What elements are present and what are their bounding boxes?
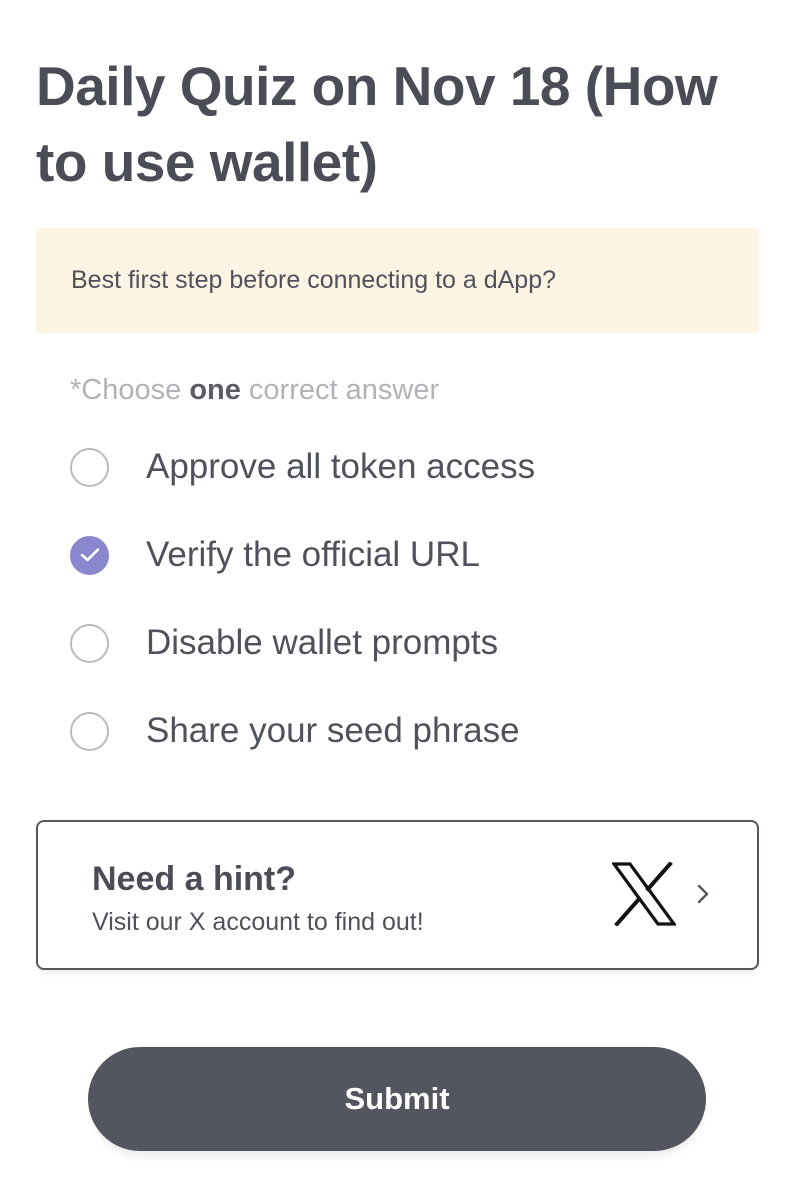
answer-option-3[interactable]: Disable wallet prompts (70, 599, 750, 687)
answer-instruction: *Choose one correct answer (70, 374, 439, 407)
radio-button[interactable] (70, 447, 109, 487)
answer-option-1[interactable]: Approve all token access (70, 423, 750, 511)
radio-button[interactable] (70, 623, 109, 663)
submit-button[interactable]: Submit (88, 1047, 706, 1151)
instruction-prefix: *Choose (70, 374, 190, 406)
radio-button-checked[interactable] (70, 535, 109, 575)
answer-option-label: Disable wallet prompts (146, 623, 499, 662)
answer-options: Approve all token access Verify the offi… (70, 423, 750, 775)
submit-button-label: Submit (344, 1081, 450, 1116)
hint-subtitle: Visit our X account to find out! (92, 908, 424, 936)
answer-option-label: Approve all token access (146, 447, 536, 486)
radio-button[interactable] (70, 711, 109, 751)
answer-option-label: Share your seed phrase (146, 711, 520, 750)
question-text: Best first step before connecting to a d… (71, 266, 557, 294)
answer-option-label: Verify the official URL (146, 535, 480, 574)
hint-card[interactable]: Need a hint? Visit our X account to find… (36, 820, 759, 970)
instruction-suffix: correct answer (240, 374, 440, 406)
question-box: Best first step before connecting to a d… (36, 228, 759, 333)
hint-title: Need a hint? (92, 860, 297, 898)
chevron-right-icon (697, 884, 709, 904)
answer-option-2[interactable]: Verify the official URL (70, 511, 750, 599)
checkmark-icon (80, 548, 99, 562)
answer-option-4[interactable]: Share your seed phrase (70, 687, 750, 775)
x-logo-icon (612, 862, 676, 926)
instruction-emphasis: one (189, 374, 241, 406)
page-title: Daily Quiz on Nov 18 (How to use wallet) (36, 55, 718, 193)
